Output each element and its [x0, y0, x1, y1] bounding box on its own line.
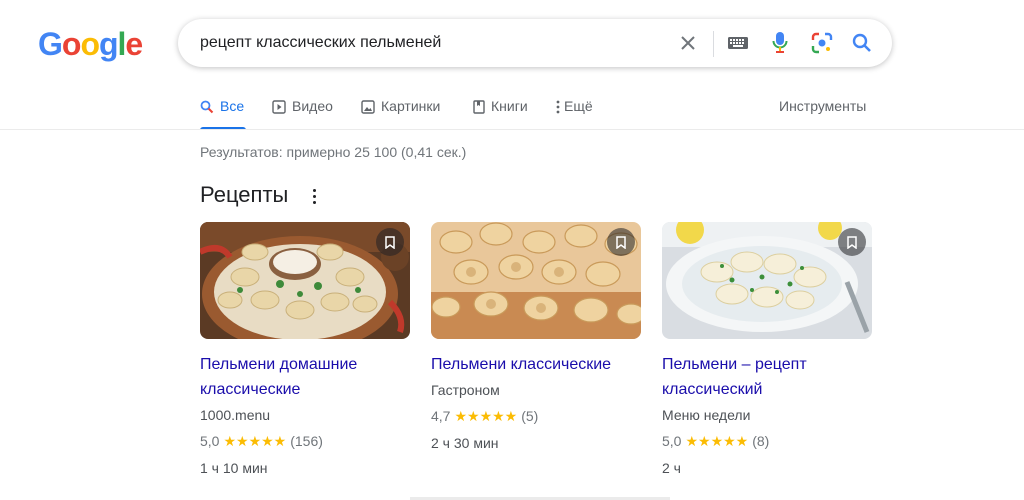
recipe-image[interactable] — [431, 222, 641, 339]
search-icon[interactable] — [850, 31, 874, 55]
recipe-title-line: Пельмени – рецепт — [662, 356, 807, 373]
close-icon[interactable] — [676, 31, 700, 55]
star-rating-icon: ★★★★★ — [685, 433, 749, 449]
recipe-image[interactable] — [662, 222, 872, 339]
logo-letter: l — [117, 26, 127, 62]
star-rating-icon: ★★★★★ — [454, 408, 518, 424]
image-icon — [361, 98, 375, 117]
tabs-divider — [0, 129, 1024, 130]
recipe-rating: 4,7 ★★★★★ (5) — [431, 407, 641, 425]
tab-label: Ещё — [564, 98, 593, 114]
recipe-title-line: Пельмени классические — [431, 356, 612, 373]
recipe-title-line: классические — [200, 381, 301, 398]
bookmark-icon[interactable] — [607, 228, 635, 256]
section-title: Рецепты — [200, 182, 289, 207]
recipe-card[interactable]: Пельмени – рецепт классический Меню неде… — [662, 222, 872, 477]
rating-count: (156) — [290, 433, 323, 449]
recipe-title-line: Пельмени домашние — [200, 356, 358, 373]
recipe-time: 2 ч 30 мин — [431, 435, 499, 451]
recipe-time: 2 ч — [662, 460, 681, 476]
recipe-rating: 5,0 ★★★★★ (156) — [200, 432, 410, 450]
tab-more[interactable]: Ещё — [556, 96, 593, 130]
star-rating-icon: ★★★★★ — [223, 433, 287, 449]
recipe-source: Меню недели — [662, 407, 751, 423]
tab-all[interactable]: Все — [200, 96, 246, 130]
recipe-time: 1 ч 10 мин — [200, 460, 268, 476]
search-input[interactable] — [200, 19, 660, 67]
recipe-rating: 5,0 ★★★★★ (8) — [662, 432, 872, 450]
tab-images[interactable]: Картинки — [361, 96, 440, 130]
rating-value: 4,7 — [431, 408, 451, 424]
recipe-source: Гастроном — [431, 382, 500, 398]
rating-count: (8) — [752, 433, 770, 449]
rating-value: 5,0 — [200, 433, 220, 449]
search-divider — [713, 31, 714, 57]
rating-value: 5,0 — [662, 433, 682, 449]
tools-button[interactable]: Инструменты — [779, 98, 866, 114]
results-stats: Результатов: примерно 25 100 (0,41 сек.) — [200, 144, 467, 160]
recipe-title[interactable]: Пельмени домашние классические — [200, 352, 410, 402]
logo-letter: o — [80, 26, 100, 62]
tab-video[interactable]: Видео — [272, 96, 333, 130]
logo-letter: g — [98, 26, 119, 62]
bookmark-icon[interactable] — [838, 228, 866, 256]
logo-letter: G — [38, 26, 63, 62]
bookmark-icon[interactable] — [376, 228, 404, 256]
tab-books[interactable]: Книги — [473, 96, 528, 130]
recipe-card[interactable]: Пельмени классические Гастроном 4,7 ★★★★… — [431, 222, 641, 452]
recipe-title[interactable]: Пельмени – рецепт классический — [662, 352, 872, 402]
tab-label: Картинки — [381, 98, 441, 114]
lens-icon[interactable] — [810, 31, 834, 55]
google-logo[interactable]: Google — [38, 26, 143, 63]
logo-letter: e — [125, 26, 143, 62]
rating-count: (5) — [521, 408, 539, 424]
more-vert-icon — [556, 98, 560, 117]
tab-label: Видео — [292, 98, 333, 114]
logo-letter: o — [61, 26, 82, 62]
more-options-icon[interactable] — [308, 186, 320, 206]
search-icon — [200, 98, 214, 117]
keyboard-icon[interactable] — [726, 31, 750, 55]
recipe-image[interactable] — [200, 222, 410, 339]
tab-label: Книги — [491, 98, 528, 114]
mic-icon[interactable] — [768, 31, 792, 55]
recipe-source: 1000.menu — [200, 407, 271, 423]
recipe-title[interactable]: Пельмени классические — [431, 352, 641, 377]
play-icon — [272, 98, 286, 117]
recipe-card[interactable]: Пельмени домашние классические 1000.menu… — [200, 222, 410, 477]
book-icon — [473, 98, 485, 117]
search-tabs: Все Видео Картинки Книги Ещё — [200, 96, 874, 130]
tab-label: Все — [220, 98, 245, 114]
search-box — [178, 19, 892, 67]
recipe-title-line: классический — [662, 381, 763, 398]
